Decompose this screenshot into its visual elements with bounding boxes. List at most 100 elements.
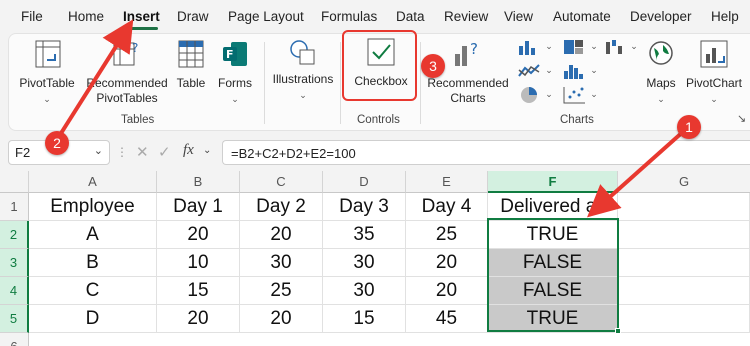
enter-icon[interactable]: ✓ — [158, 143, 171, 161]
forms-button[interactable]: F Forms ⌄ — [213, 38, 257, 108]
recommended-pivottables-button[interactable]: ? Recommended PivotTables — [81, 38, 173, 108]
pivotchart-label: PivotChart — [685, 76, 743, 90]
tab-data[interactable]: Data — [396, 9, 425, 24]
illustrations-button[interactable]: Illustrations ⌄ — [269, 36, 337, 106]
cell-e2[interactable]: 25 — [406, 221, 488, 249]
column-header-c[interactable]: C — [240, 171, 323, 193]
tab-formulas[interactable]: Formulas — [321, 9, 377, 24]
row-header-6[interactable]: 6 — [0, 333, 29, 346]
tab-review[interactable]: Review — [444, 9, 488, 24]
cell-f3[interactable]: FALSE — [488, 249, 618, 277]
cell-c3[interactable]: 30 — [240, 249, 323, 277]
cell-c5[interactable]: 20 — [240, 305, 323, 333]
recommended-pivottables-label: Recommended PivotTables — [86, 76, 168, 105]
formula-bar: F2 ⌄ ⋮ ✕ ✓ fx ⌄ =B2+C2+D2+E2=100 — [0, 137, 750, 169]
chevron-down-icon[interactable]: ⌄ — [544, 38, 554, 58]
line-chart-icon[interactable] — [516, 62, 542, 82]
insert-function-icon[interactable]: fx — [183, 142, 194, 159]
tab-page-layout[interactable]: Page Layout — [228, 9, 304, 24]
cell-a1[interactable]: Employee — [29, 193, 157, 221]
column-header-d[interactable]: D — [323, 171, 406, 193]
tab-file[interactable]: File — [21, 9, 43, 24]
statistic-chart-icon[interactable] — [561, 62, 587, 82]
ribbon-divider — [264, 42, 265, 124]
cell-g1[interactable] — [618, 193, 750, 221]
cell-c4[interactable]: 25 — [240, 277, 323, 305]
cell-g5[interactable] — [618, 305, 750, 333]
chevron-down-icon[interactable]: ⌄ — [629, 38, 639, 58]
dialog-launcher-icon[interactable]: ↘ — [737, 112, 746, 125]
cell-a5[interactable]: D — [29, 305, 157, 333]
column-header-a[interactable]: A — [29, 171, 157, 193]
scatter-chart-icon[interactable] — [561, 86, 587, 106]
cell-b2[interactable]: 20 — [157, 221, 240, 249]
hierarchy-chart-icon[interactable] — [561, 38, 587, 58]
cell-b5[interactable]: 20 — [157, 305, 240, 333]
cell-g2[interactable] — [618, 221, 750, 249]
cell-c1[interactable]: Day 2 — [240, 193, 323, 221]
cell-e5[interactable]: 45 — [406, 305, 488, 333]
annotation-badge-1: 1 — [677, 115, 701, 139]
formula-input[interactable]: =B2+C2+D2+E2=100 — [222, 140, 750, 165]
tab-draw[interactable]: Draw — [177, 9, 209, 24]
pivotchart-button[interactable]: PivotChart ⌄ — [681, 38, 747, 108]
chevron-down-icon[interactable]: ⌄ — [94, 144, 103, 157]
column-header-f[interactable]: F — [488, 171, 618, 193]
waterfall-chart-icon[interactable] — [603, 38, 629, 58]
column-header-e[interactable]: E — [406, 171, 488, 193]
chevron-down-icon[interactable]: ⌄ — [203, 145, 211, 156]
chevron-down-icon[interactable]: ⌄ — [544, 62, 554, 82]
tab-home[interactable]: Home — [68, 9, 104, 24]
cell-f2[interactable]: TRUE — [488, 221, 618, 249]
tab-view[interactable]: View — [504, 9, 533, 24]
chevron-down-icon[interactable]: ⌄ — [544, 86, 554, 106]
fill-handle[interactable] — [615, 328, 621, 334]
cell-g3[interactable] — [618, 249, 750, 277]
cancel-icon[interactable]: ✕ — [136, 143, 149, 161]
cell-e1[interactable]: Day 4 — [406, 193, 488, 221]
chevron-down-icon[interactable]: ⌄ — [589, 62, 599, 82]
pivottable-button[interactable]: PivotTable ⌄ — [17, 38, 77, 108]
cell-f1[interactable]: Delivered all — [488, 193, 618, 221]
cell-e3[interactable]: 20 — [406, 249, 488, 277]
more-options-icon[interactable]: ⋮ — [116, 145, 128, 159]
pie-chart-icon[interactable] — [516, 86, 542, 106]
cell-g4[interactable] — [618, 277, 750, 305]
cell-a3[interactable]: B — [29, 249, 157, 277]
cell-f5[interactable]: TRUE — [488, 305, 618, 333]
cell-b4[interactable]: 15 — [157, 277, 240, 305]
active-tab-indicator — [124, 27, 158, 30]
cell-b3[interactable]: 10 — [157, 249, 240, 277]
chevron-down-icon: ⌄ — [710, 94, 718, 104]
chevron-down-icon[interactable]: ⌄ — [589, 38, 599, 58]
cell-d1[interactable]: Day 3 — [323, 193, 406, 221]
cell-f4[interactable]: FALSE — [488, 277, 618, 305]
tab-developer[interactable]: Developer — [630, 9, 692, 24]
row-header-3[interactable]: 3 — [0, 249, 29, 277]
row-header-4[interactable]: 4 — [0, 277, 29, 305]
spreadsheet-grid: A B C D E F G 1 2 3 4 5 6 Employee Day 1… — [0, 171, 750, 346]
tab-insert[interactable]: Insert — [123, 9, 160, 24]
cell-e4[interactable]: 20 — [406, 277, 488, 305]
cell-d3[interactable]: 30 — [323, 249, 406, 277]
row-header-5[interactable]: 5 — [0, 305, 29, 333]
cell-c2[interactable]: 20 — [240, 221, 323, 249]
column-header-b[interactable]: B — [157, 171, 240, 193]
cell-a4[interactable]: C — [29, 277, 157, 305]
tab-automate[interactable]: Automate — [553, 9, 611, 24]
column-chart-icon[interactable] — [516, 38, 542, 58]
tab-help[interactable]: Help — [711, 9, 739, 24]
row-header-2[interactable]: 2 — [0, 221, 29, 249]
chevron-down-icon[interactable]: ⌄ — [589, 86, 599, 106]
illustrations-label: Illustrations — [272, 72, 334, 86]
cell-d5[interactable]: 15 — [323, 305, 406, 333]
row-header-1[interactable]: 1 — [0, 193, 29, 221]
cell-a2[interactable]: A — [29, 221, 157, 249]
cell-b1[interactable]: Day 1 — [157, 193, 240, 221]
maps-button[interactable]: Maps ⌄ — [641, 38, 681, 108]
cell-d4[interactable]: 30 — [323, 277, 406, 305]
column-header-g[interactable]: G — [618, 171, 750, 193]
select-all-corner[interactable] — [0, 171, 29, 193]
cell-d2[interactable]: 35 — [323, 221, 406, 249]
table-button[interactable]: Table — [171, 38, 211, 108]
